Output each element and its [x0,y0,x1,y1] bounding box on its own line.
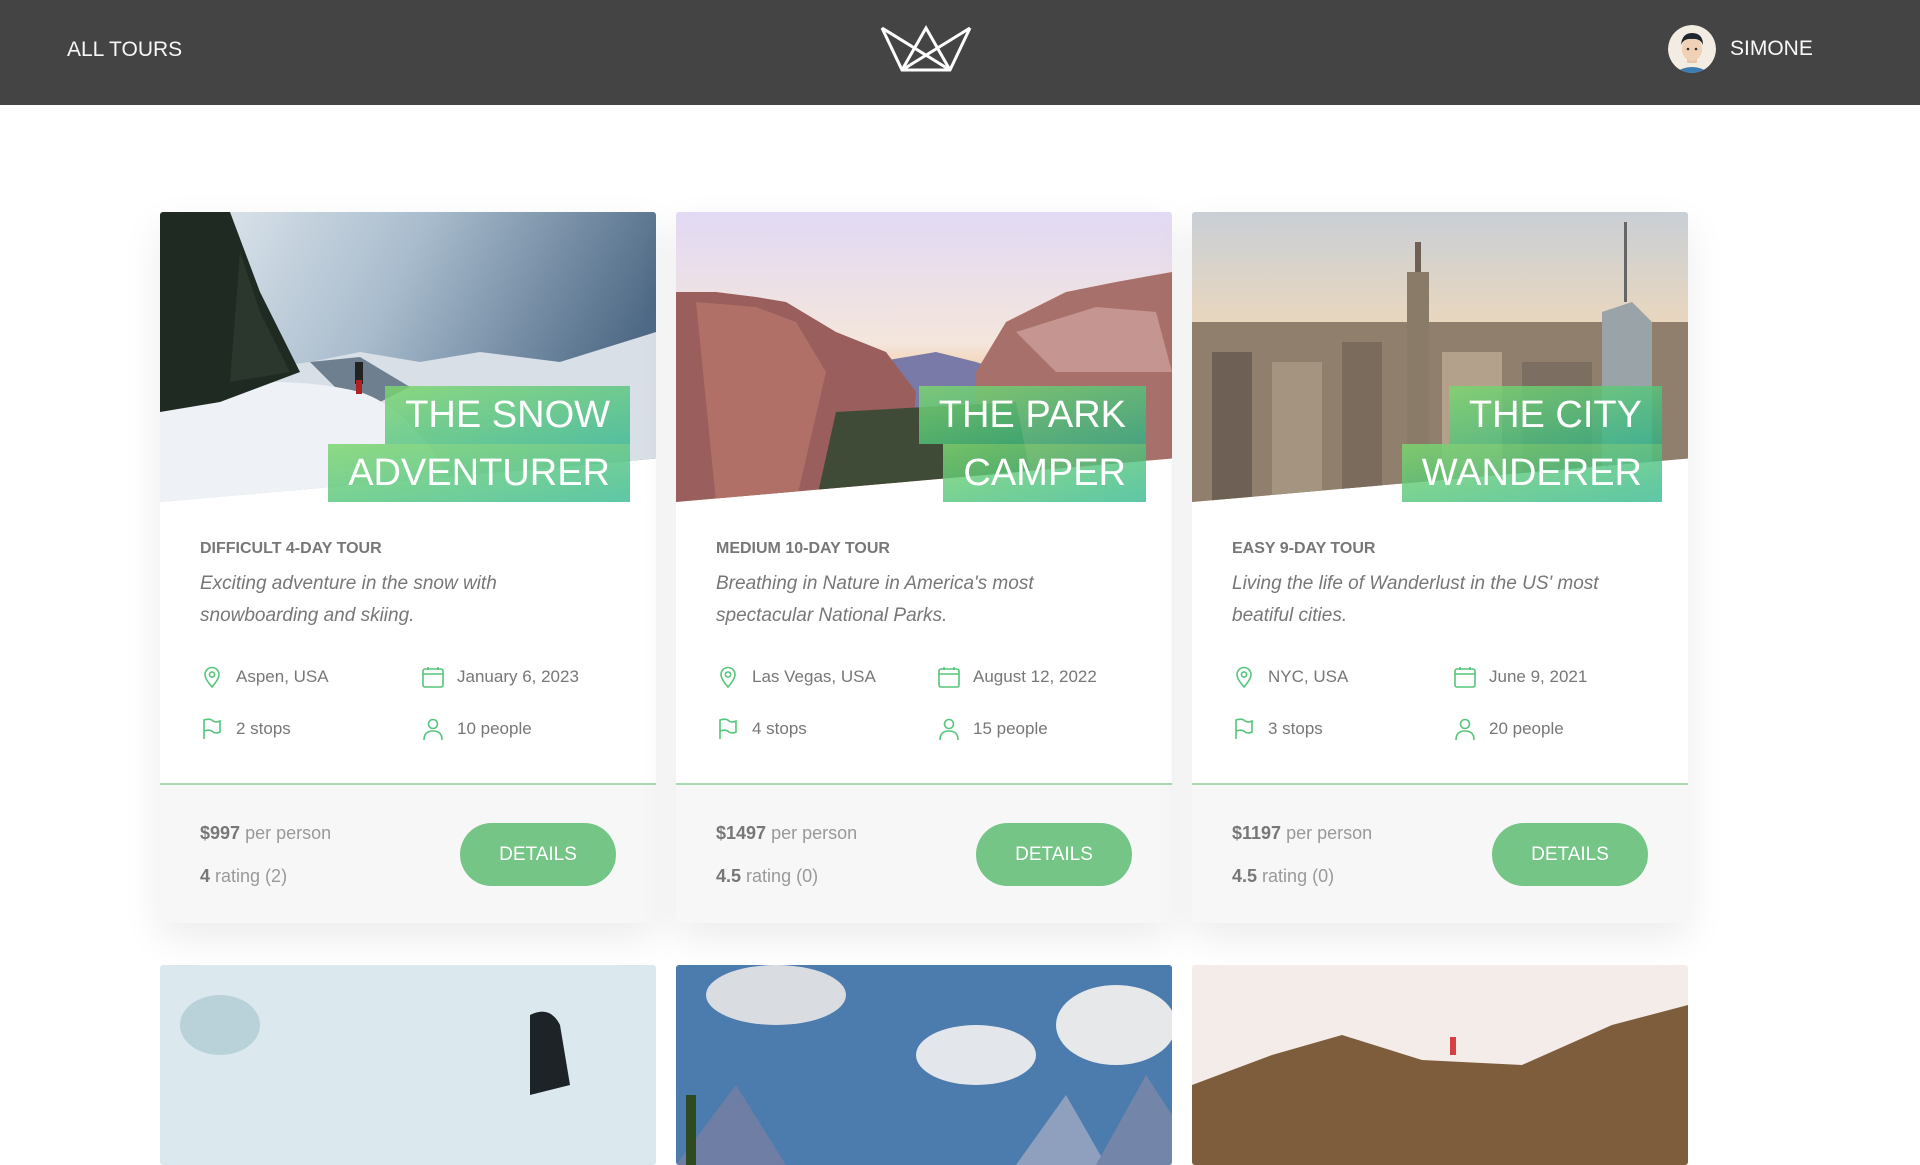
card-header: THE PARK CAMPER [676,212,1172,502]
tour-date: August 12, 2022 [937,662,1137,692]
top-nav: ALL TOURS SIMONE [0,0,1920,105]
map-pin-icon [1236,666,1252,689]
tour-date-text: August 12, 2022 [973,667,1097,686]
tour-location-text: NYC, USA [1268,667,1349,686]
tour-people-text: 10 people [457,719,532,738]
flag-icon [203,718,221,739]
tour-rating: 4 rating (2) [200,866,287,887]
tour-summary: Breathing in Nature in America's most sp… [716,573,1034,626]
tour-stops-text: 3 stops [1268,719,1323,738]
tour-title-line1: THE SNOW [385,386,630,444]
details-button[interactable]: DETAILS [1492,823,1648,886]
tour-summary: Living the life of Wanderlust in the US'… [1232,573,1599,626]
tour-card: THE CITY WANDERER EASY 9-DAY TOUR Living… [1192,212,1688,923]
tour-image-sea [160,965,656,1165]
tour-title-line2: ADVENTURER [328,444,630,502]
tour-card: THE SNOW ADVENTURER DIFFICULT 4-DAY TOUR… [160,212,656,923]
tour-card-partial [160,965,656,1165]
tour-date: January 6, 2023 [421,662,621,692]
tour-date-text: January 6, 2023 [457,667,579,686]
details-button[interactable]: DETAILS [976,823,1132,886]
tour-title-line1: THE PARK [918,386,1146,444]
all-tours-link[interactable]: ALL TOURS [67,38,182,62]
user-avatar-icon[interactable] [1668,25,1716,73]
map-pin-icon [204,666,220,689]
tour-people-text: 15 people [973,719,1048,738]
tour-location: NYC, USA [1232,662,1453,692]
tour-people: 20 people [1453,714,1653,744]
card-header: THE CITY WANDERER [1192,212,1688,502]
tour-date-text: June 9, 2021 [1489,667,1588,686]
rating-value: 4.5 [1232,866,1258,886]
tour-stops: 4 stops [716,714,937,744]
card-footer: $1497 per person 4.5 rating (0) DETAILS [676,783,1172,923]
tour-subheading: MEDIUM 10-DAY TOUR [716,540,890,557]
rating-value: 4 [200,866,211,886]
tour-people: 15 people [937,714,1137,744]
tour-stops: 2 stops [200,714,421,744]
tour-location-text: Las Vegas, USA [752,667,876,686]
price-value: $1197 [1232,823,1282,843]
user-icon [423,718,443,741]
tour-rating: 4.5 rating (0) [1232,866,1334,887]
card-footer: $1197 per person 4.5 rating (0) DETAILS [1192,783,1688,923]
tour-subheading: DIFFICULT 4-DAY TOUR [200,540,382,557]
price-unit: per person [771,823,858,843]
tour-title: THE PARK CAMPER [918,386,1146,502]
tour-people: 10 people [421,714,621,744]
tour-facts: Las Vegas, USA August 12, 2022 4 stops 1… [716,662,1132,744]
tour-price: $1197 per person [1232,823,1372,844]
card-footer: $997 per person 4 rating (2) DETAILS [160,783,656,923]
tour-location-text: Aspen, USA [236,667,329,686]
tour-facts: NYC, USA June 9, 2021 3 stops 20 people [1232,662,1648,744]
tour-price: $997 per person [200,823,331,844]
flag-icon [719,718,737,739]
details-button[interactable]: DETAILS [460,823,616,886]
rating-value: 4.5 [716,866,742,886]
tour-title: THE CITY WANDERER [1401,386,1662,502]
user-menu[interactable]: SIMONE [1668,25,1813,73]
tour-people-text: 20 people [1489,719,1564,738]
tour-rating: 4.5 rating (0) [716,866,818,887]
card-header: THE SNOW ADVENTURER [160,212,656,502]
user-icon [939,718,959,741]
tour-card: THE PARK CAMPER MEDIUM 10-DAY TOUR Breat… [676,212,1172,923]
tour-subheading: EASY 9-DAY TOUR [1232,540,1376,557]
tour-title-line1: THE CITY [1448,386,1662,444]
tour-date: June 9, 2021 [1453,662,1653,692]
tour-title: THE SNOW ADVENTURER [328,386,630,502]
tour-price: $1497 per person [716,823,857,844]
user-icon [1455,718,1475,741]
rating-label: rating (2) [215,866,288,886]
calendar-icon [422,667,444,688]
tour-title-line2: WANDERER [1401,444,1662,502]
price-unit: per person [1286,823,1373,843]
tour-location: Las Vegas, USA [716,662,937,692]
tour-facts: Aspen, USA January 6, 2023 2 stops 10 pe… [200,662,616,744]
tour-card-partial [676,965,1172,1165]
tour-stops-text: 2 stops [236,719,291,738]
tour-stops-text: 4 stops [752,719,807,738]
tour-image-mountains [676,965,1172,1165]
tour-location: Aspen, USA [200,662,421,692]
flag-icon [1235,718,1253,739]
price-value: $1497 [716,823,767,843]
tour-image-hiker [1192,965,1688,1165]
calendar-icon [1454,667,1476,688]
tour-title-line2: CAMPER [943,444,1146,502]
user-name[interactable]: SIMONE [1730,37,1813,61]
price-unit: per person [245,823,332,843]
price-value: $997 [200,823,241,843]
tour-card-partial [1192,965,1688,1165]
tour-summary: Exciting adventure in the snow with snow… [200,573,497,626]
map-pin-icon [720,666,736,689]
rating-label: rating (0) [1262,866,1335,886]
calendar-icon [938,667,960,688]
rating-label: rating (0) [746,866,819,886]
crown-logo-icon[interactable] [880,24,972,74]
tour-stops: 3 stops [1232,714,1453,744]
